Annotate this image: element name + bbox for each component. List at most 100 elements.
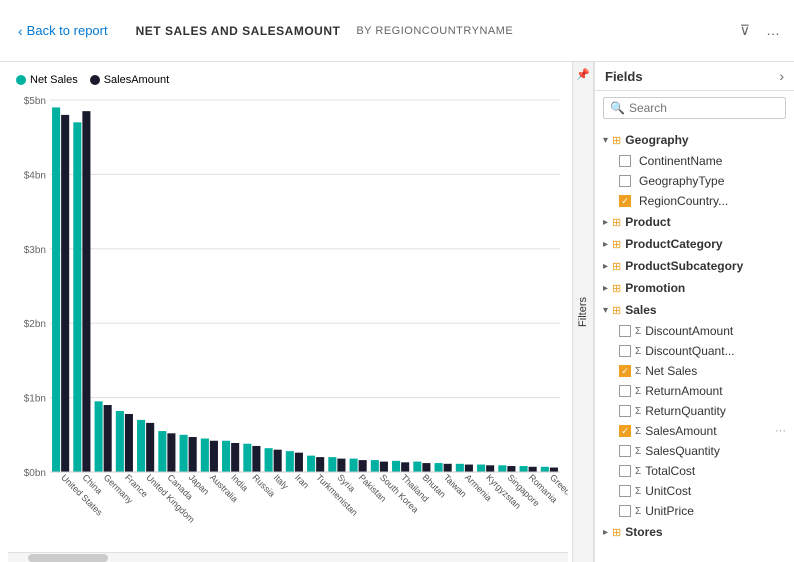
group-name: Promotion: [625, 281, 685, 295]
svg-text:$4bn: $4bn: [24, 170, 46, 181]
filter-icon[interactable]: ⊽: [736, 20, 754, 41]
scrollbar-thumb[interactable]: [28, 554, 108, 562]
field-item-salesamount[interactable]: ✓ Σ SalesAmount ···: [595, 421, 794, 441]
search-icon: 🔍: [610, 101, 625, 115]
field-group-header-1[interactable]: ▸ ⊞ Product: [595, 211, 794, 233]
field-item-continentname[interactable]: ContinentName: [595, 151, 794, 171]
legend-sales-amount: SalesAmount: [90, 74, 169, 86]
horizontal-scrollbar[interactable]: [8, 552, 568, 562]
sigma-icon: Σ: [635, 386, 641, 397]
field-checkbox[interactable]: [619, 385, 631, 397]
field-checkbox[interactable]: [619, 445, 631, 457]
search-input[interactable]: [629, 101, 784, 115]
filters-panel[interactable]: 📌 Filters: [572, 62, 594, 562]
chevron-icon: ▸: [603, 217, 608, 228]
chevron-left-icon: ‹: [18, 23, 23, 39]
field-item-unitcost[interactable]: Σ UnitCost: [595, 481, 794, 501]
sigma-icon: Σ: [635, 346, 641, 357]
group-name: Product: [625, 215, 670, 229]
field-group-header-0[interactable]: ▾ ⊞ Geography: [595, 129, 794, 151]
field-item-net-sales[interactable]: ✓ΣNet Sales: [595, 361, 794, 381]
field-name: SalesAmount: [645, 424, 716, 438]
chevron-icon: ▸: [603, 239, 608, 250]
field-checkbox[interactable]: [619, 465, 631, 477]
field-group-header-2[interactable]: ▸ ⊞ ProductCategory: [595, 233, 794, 255]
field-group-header-6[interactable]: ▸ ⊞ Stores: [595, 521, 794, 543]
group-name: Stores: [625, 525, 662, 539]
field-checkbox[interactable]: [619, 155, 631, 167]
svg-text:Taiwan: Taiwan: [442, 472, 469, 499]
more-icon[interactable]: …: [762, 20, 784, 41]
sigma-icon: Σ: [635, 506, 641, 517]
group-name: Geography: [625, 133, 688, 147]
field-checkbox[interactable]: ✓: [619, 365, 631, 377]
search-box[interactable]: 🔍: [603, 97, 786, 119]
field-group-productsubcategory: ▸ ⊞ ProductSubcategory: [595, 255, 794, 277]
field-item-totalcost[interactable]: ΣTotalCost: [595, 461, 794, 481]
legend: Net Sales SalesAmount: [8, 70, 568, 90]
table-icon: ⊞: [612, 282, 621, 295]
sigma-icon: Σ: [635, 466, 641, 477]
chevron-icon: ▾: [603, 135, 608, 146]
field-name: UnitCost: [645, 484, 691, 498]
field-name: ContinentName: [639, 154, 722, 168]
field-item-returnamount[interactable]: Σ ReturnAmount: [595, 381, 794, 401]
legend-net-sales: Net Sales: [16, 74, 78, 86]
group-name: ProductSubcategory: [625, 259, 743, 273]
field-checkbox[interactable]: ✓: [619, 425, 631, 437]
field-checkbox[interactable]: [619, 505, 631, 517]
chart-container: $0bn$1bn$2bn$3bn$4bn$5bnUnited StatesChi…: [8, 90, 568, 552]
field-name: DiscountQuant...: [645, 344, 734, 358]
field-checkbox[interactable]: [619, 325, 631, 337]
panel-chevron-icon[interactable]: ›: [779, 68, 784, 84]
field-name: RegionCountry...: [639, 194, 728, 208]
legend-dot-net-sales: [16, 75, 26, 85]
back-button[interactable]: ‹ Back to report: [10, 19, 116, 43]
bar-chart: $0bn$1bn$2bn$3bn$4bn$5bnUnited StatesChi…: [8, 90, 568, 552]
field-name: ReturnQuantity: [645, 404, 726, 418]
panel-header: Fields ›: [595, 62, 794, 91]
field-name: ReturnAmount: [645, 384, 722, 398]
sigma-icon: Σ: [635, 366, 641, 377]
table-icon: ⊞: [612, 304, 621, 317]
sigma-icon: Σ: [635, 486, 641, 497]
field-checkbox[interactable]: [619, 485, 631, 497]
sigma-icon: Σ: [635, 326, 641, 337]
top-bar: ‹ Back to report NET SALES AND SALESAMOU…: [0, 0, 794, 62]
field-item-discountamount[interactable]: ΣDiscountAmount: [595, 321, 794, 341]
sigma-icon: Σ: [635, 406, 641, 417]
sigma-icon: Σ: [635, 426, 641, 437]
chart-area: Net Sales SalesAmount $0bn$1bn$2bn$3bn$4…: [0, 62, 572, 562]
field-item-geographytype[interactable]: GeographyType: [595, 171, 794, 191]
field-checkbox[interactable]: [619, 345, 631, 357]
field-checkbox[interactable]: [619, 405, 631, 417]
field-checkbox[interactable]: [619, 175, 631, 187]
group-name: ProductCategory: [625, 237, 722, 251]
legend-dot-sales-amount: [90, 75, 100, 85]
field-group-sales: ▾ ⊞ SalesΣDiscountAmountΣDiscountQuant..…: [595, 299, 794, 521]
field-group-header-5[interactable]: ▾ ⊞ Sales: [595, 299, 794, 321]
field-more-icon[interactable]: ···: [775, 425, 786, 437]
field-item-regioncountry...[interactable]: ✓ RegionCountry...: [595, 191, 794, 211]
field-group-header-3[interactable]: ▸ ⊞ ProductSubcategory: [595, 255, 794, 277]
fields-panel: Fields › 🔍 ▾ ⊞ Geography ContinentName Geo…: [594, 62, 794, 562]
svg-text:$2bn: $2bn: [24, 319, 46, 330]
chart-subtitle: BY REGIONCOUNTRYNAME: [356, 25, 513, 37]
field-item-discountquant...[interactable]: Σ DiscountQuant...: [595, 341, 794, 361]
svg-text:$0bn: $0bn: [24, 468, 46, 479]
legend-label-net-sales: Net Sales: [30, 74, 78, 86]
field-group-header-4[interactable]: ▸ ⊞ Promotion: [595, 277, 794, 299]
field-item-returnquantity[interactable]: Σ ReturnQuantity: [595, 401, 794, 421]
svg-text:$3bn: $3bn: [24, 245, 46, 256]
table-icon: ⊞: [612, 526, 621, 539]
field-group-geography: ▾ ⊞ Geography ContinentName GeographyType ✓…: [595, 129, 794, 211]
field-name: GeographyType: [639, 174, 724, 188]
field-checkbox[interactable]: ✓: [619, 195, 631, 207]
chevron-icon: ▾: [603, 305, 608, 316]
sigma-icon: Σ: [635, 446, 641, 457]
field-name: SalesQuantity: [645, 444, 720, 458]
field-item-salesquantity[interactable]: Σ SalesQuantity: [595, 441, 794, 461]
field-item-unitprice[interactable]: ΣUnitPrice: [595, 501, 794, 521]
svg-text:Iran: Iran: [293, 472, 311, 490]
chevron-icon: ▸: [603, 527, 608, 538]
